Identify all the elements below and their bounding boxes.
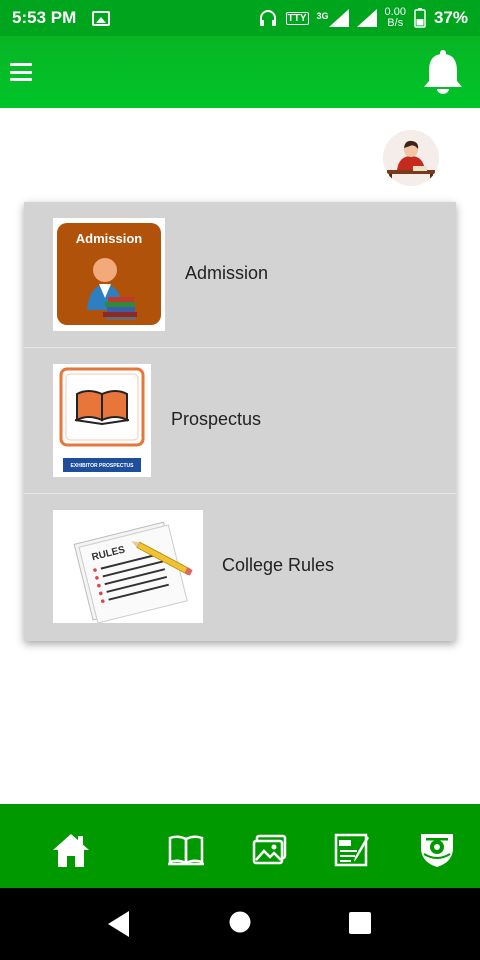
menu-card: Admission Admission EXHIBITOR PROSPECTUS…: [24, 202, 456, 641]
status-right: TTY 3G 0.00 B/s 37%: [258, 7, 468, 29]
home-circle-icon[interactable]: [229, 911, 251, 933]
status-bar: 5:53 PM TTY 3G 0.00 B/s 37%: [0, 0, 480, 36]
gallery-icon[interactable]: [250, 830, 290, 870]
exam-icon[interactable]: [333, 830, 373, 870]
home-icon[interactable]: [51, 830, 91, 870]
recents-icon[interactable]: [349, 912, 371, 934]
menu-item-college-rules[interactable]: RULES College Rules: [24, 494, 456, 640]
bottom-navigation: [0, 804, 480, 888]
screen: 5:53 PM TTY 3G 0.00 B/s 37% Admission Ad…: [0, 0, 480, 960]
signal-strength-icon: [328, 9, 349, 27]
admission-thumbnail: Admission: [53, 218, 165, 331]
menu-label-prospectus: Prospectus: [171, 409, 262, 429]
image-notification-icon: [92, 10, 111, 26]
student-illustration: [383, 130, 439, 186]
data-speed-unit: B/s: [387, 17, 404, 29]
menu-item-prospectus[interactable]: EXHIBITOR PROSPECTUS Prospectus: [24, 348, 456, 494]
back-icon[interactable]: [108, 911, 130, 937]
signal-strength-2-icon: [356, 9, 377, 27]
menu-item-admission[interactable]: Admission Admission: [24, 202, 456, 348]
prospectus-thumb-text: EXHIBITOR PROSPECTUS: [71, 463, 135, 469]
battery-icon: [414, 8, 426, 28]
bell-icon[interactable]: [422, 49, 464, 95]
status-time: 5:53 PM: [12, 8, 77, 27]
emblem-icon[interactable]: [417, 830, 457, 870]
hamburger-menu-icon[interactable]: [10, 61, 32, 83]
system-navigation-bar: [0, 888, 480, 960]
menu-label-admission: Admission: [185, 263, 269, 283]
network-type-label: 3G: [316, 11, 329, 21]
headphones-icon: [259, 10, 276, 26]
book-icon[interactable]: [166, 830, 206, 870]
app-bar: [0, 36, 480, 108]
signal-3g: 3G: [317, 9, 349, 27]
admission-thumb-text: Admission: [76, 231, 143, 246]
user-avatar[interactable]: [383, 130, 439, 186]
college-rules-thumbnail: RULES: [53, 510, 203, 624]
data-speed: 0.00 B/s: [385, 7, 406, 29]
tty-indicator: TTY: [285, 11, 309, 25]
battery-percentage: 37%: [433, 8, 468, 27]
prospectus-thumbnail: EXHIBITOR PROSPECTUS: [53, 364, 151, 477]
menu-label-college-rules: College Rules: [222, 555, 335, 575]
